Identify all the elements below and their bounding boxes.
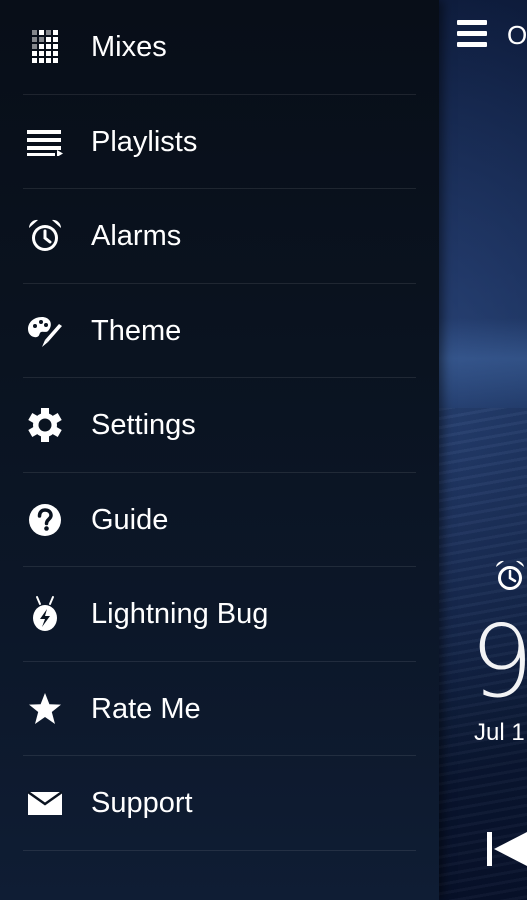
star-icon — [26, 690, 64, 728]
envelope-icon — [26, 784, 64, 822]
background-horizon — [439, 318, 527, 408]
playlist-icon — [26, 123, 64, 161]
drawer-item-settings[interactable]: Settings — [0, 378, 439, 473]
alarm-clock-icon — [26, 217, 64, 255]
question-icon — [26, 501, 64, 539]
drawer-menu: Mixes Playlists Alarms Theme Settings Gu… — [0, 0, 439, 851]
drawer-item-support[interactable]: Support — [0, 756, 439, 851]
clock-date: Jul 1 — [474, 719, 525, 746]
drawer-item-label: Alarms — [91, 220, 182, 253]
navigation-drawer: Mixes Playlists Alarms Theme Settings Gu… — [0, 0, 439, 900]
drawer-item-mixes[interactable]: Mixes — [0, 0, 439, 95]
lightning-bug-icon — [26, 595, 64, 633]
palette-icon — [26, 312, 64, 350]
previous-track-icon[interactable] — [486, 830, 527, 868]
drawer-item-alarms[interactable]: Alarms — [0, 189, 439, 284]
alarm-indicator-icon — [492, 558, 527, 594]
drawer-item-label: Lightning Bug — [91, 598, 269, 631]
drawer-item-rate-me[interactable]: Rate Me — [0, 662, 439, 757]
drawer-item-label: Rate Me — [91, 692, 201, 725]
drawer-item-label: Settings — [91, 409, 196, 442]
drawer-item-label: Mixes — [91, 31, 167, 64]
drawer-item-label: Playlists — [91, 125, 198, 158]
background-app-title: O — [507, 20, 527, 50]
screen: O 9 Jul 1 Mixes Playlists Alarms Theme S… — [0, 0, 527, 900]
drawer-item-theme[interactable]: Theme — [0, 284, 439, 379]
drawer-item-playlists[interactable]: Playlists — [0, 95, 439, 190]
gear-icon — [26, 406, 64, 444]
mixes-grid-icon — [26, 28, 64, 66]
clock-time: 9 — [470, 603, 527, 720]
drawer-item-label: Theme — [91, 314, 182, 347]
hamburger-menu-icon[interactable] — [457, 20, 487, 50]
drawer-item-label: Support — [91, 787, 193, 820]
drawer-item-label: Guide — [91, 503, 169, 536]
drawer-item-guide[interactable]: Guide — [0, 473, 439, 568]
drawer-item-lightning-bug[interactable]: Lightning Bug — [0, 567, 439, 662]
